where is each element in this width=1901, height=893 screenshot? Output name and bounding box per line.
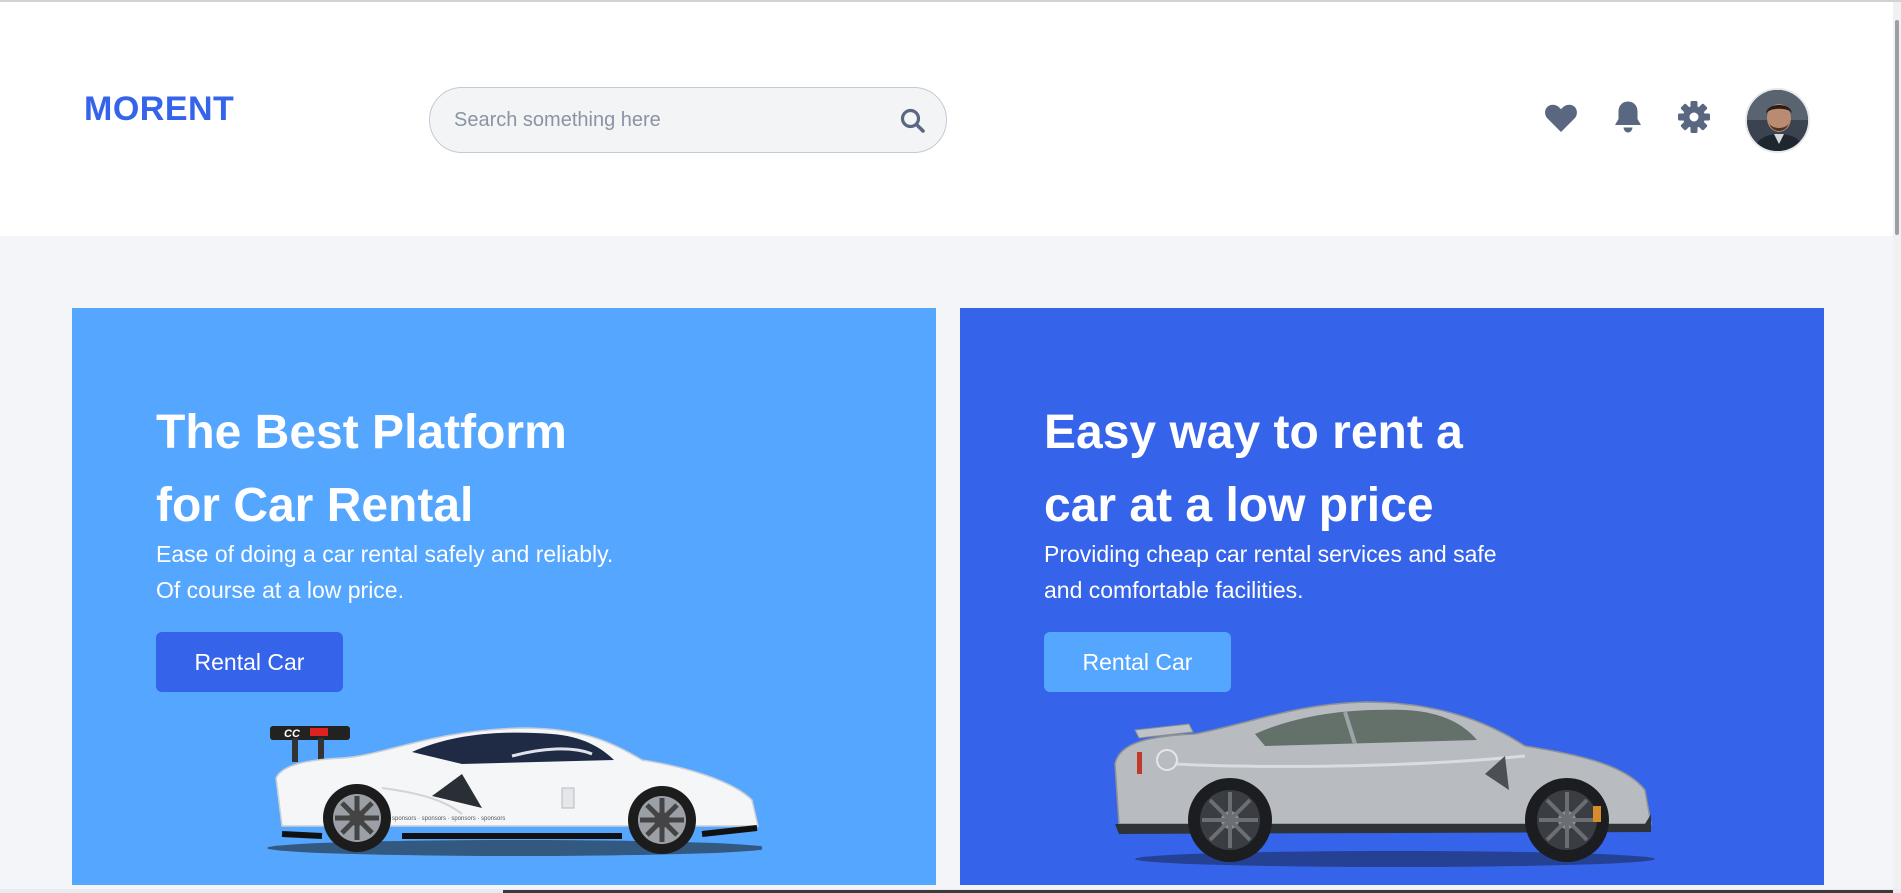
logo[interactable]: MORENT	[84, 90, 234, 129]
hero-title: The Best Platform for Car Rental	[156, 396, 716, 542]
favorites-button[interactable]	[1542, 101, 1580, 139]
svg-text:sponsors · sponsors · sponsors: sponsors · sponsors · sponsors · sponsor…	[392, 816, 505, 822]
bottom-edge	[0, 889, 1901, 893]
hero-description-line: Providing cheap car rental services and …	[1044, 541, 1497, 567]
hero-title-line: for Car Rental	[156, 479, 474, 532]
bell-icon	[1613, 100, 1643, 139]
search-input[interactable]	[454, 88, 874, 152]
hero-description-line: Of course at a low price.	[156, 577, 404, 603]
hero-card-low-price: Easy way to rent a car at a low price Pr…	[960, 308, 1824, 885]
hero-title-line: Easy way to rent a	[1044, 406, 1463, 459]
white-sports-car-image: CC sponsors · sponsors · sponsors · spon…	[267, 726, 762, 856]
rental-car-button[interactable]: Rental Car	[1044, 632, 1231, 692]
hero-description-line: and comfortable facilities.	[1044, 577, 1304, 603]
scrollbar-thumb[interactable]	[1895, 20, 1899, 235]
settings-button[interactable]	[1675, 100, 1713, 138]
rental-car-button[interactable]: Rental Car	[156, 632, 343, 692]
gear-icon	[1677, 100, 1711, 139]
hero-card-platform: The Best Platform for Car Rental Ease of…	[72, 308, 936, 885]
hero-description: Ease of doing a car rental safely and re…	[156, 536, 676, 608]
heart-icon	[1544, 103, 1578, 138]
search-bar[interactable]	[429, 87, 947, 153]
hero-title: Easy way to rent a car at a low price	[1044, 396, 1604, 542]
search-icon[interactable]	[898, 106, 928, 136]
avatar[interactable]	[1745, 88, 1810, 153]
top-header: MORENT	[0, 2, 1901, 236]
hero-description-line: Ease of doing a car rental safely and re…	[156, 541, 614, 567]
hero-title-line: The Best Platform	[156, 406, 567, 459]
notifications-button[interactable]	[1609, 100, 1647, 138]
hero-description: Providing cheap car rental services and …	[1044, 536, 1564, 608]
hero-title-line: car at a low price	[1044, 479, 1434, 532]
silver-sports-car-image	[1114, 701, 1655, 867]
